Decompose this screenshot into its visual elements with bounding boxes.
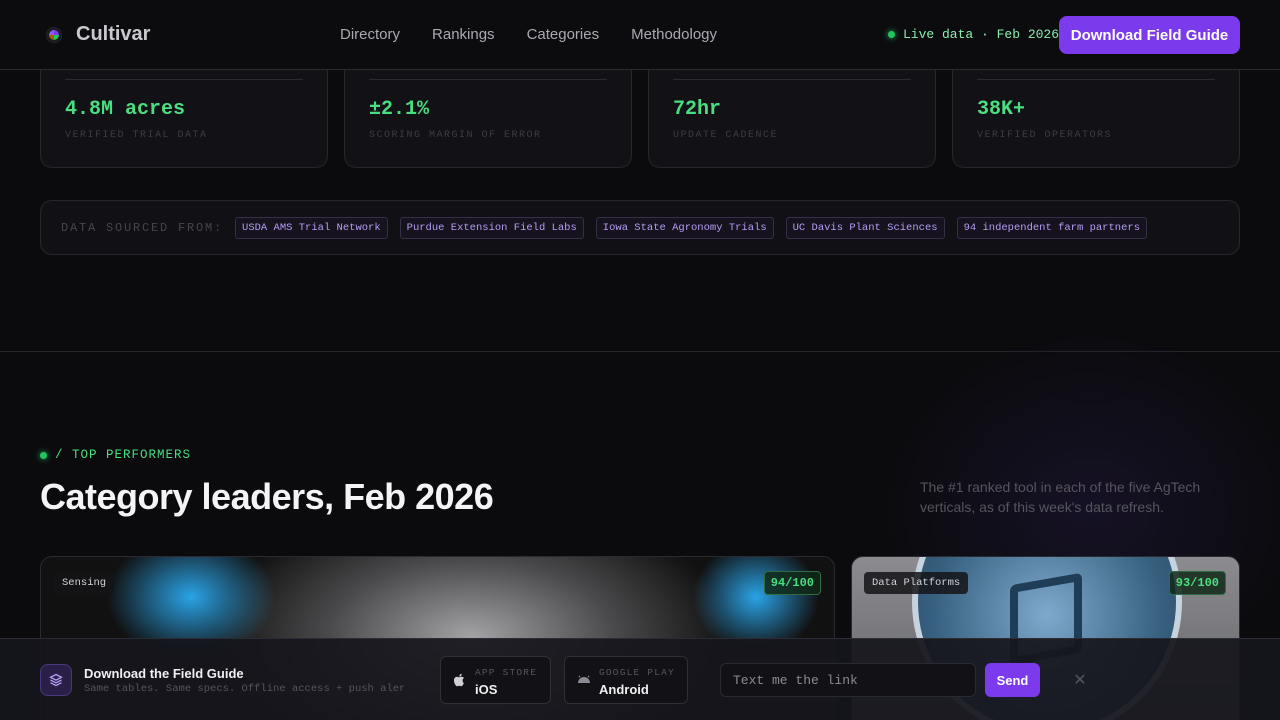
top-nav: Cultivar Directory Rankings Categories M… [0, 0, 1280, 70]
stat-divider [369, 79, 607, 80]
stat-label: VERIFIED TRIAL DATA [65, 130, 208, 141]
download-bar-title: Download the Field Guide [84, 666, 244, 681]
send-link-button[interactable]: Send [985, 663, 1040, 697]
live-status-text: Live data · Feb 2026 [903, 27, 1060, 42]
stat-label: UPDATE CADENCE [673, 130, 779, 141]
stat-divider [977, 79, 1215, 80]
stat-divider [65, 79, 303, 80]
section-eyebrow: / TOP PERFORMERS [40, 448, 191, 462]
source-chip[interactable]: 94 independent farm partners [956, 216, 1147, 239]
download-bar-subtitle: Same tables. Same specs. Offline access … [84, 683, 404, 695]
source-chip[interactable]: UC Davis Plant Sciences [785, 216, 945, 239]
store-small-label: GOOGLE PLAY [599, 667, 675, 678]
store-platform-label: iOS [475, 682, 498, 697]
source-chip[interactable]: USDA AMS Trial Network [235, 216, 388, 239]
source-chip[interactable]: Purdue Extension Field Labs [399, 216, 584, 239]
nav-link-categories[interactable]: Categories [527, 26, 600, 43]
score-badge: 94/100 [763, 571, 821, 595]
download-field-guide-button[interactable]: Download Field Guide [1059, 16, 1240, 54]
stat-value: 72hr [673, 98, 722, 121]
brand-name: Cultivar [76, 23, 151, 45]
store-small-label: APP STORE [475, 667, 538, 678]
stat-label: SCORING MARGIN OF ERROR [369, 130, 542, 141]
stat-label: VERIFIED OPERATORS [977, 130, 1113, 141]
category-tag: Data Platforms [864, 572, 969, 594]
download-bar: Download the Field Guide Same tables. Sa… [0, 638, 1280, 720]
source-chip[interactable]: Iowa State Agronomy Trials [595, 216, 774, 239]
app-store-button[interactable]: APP STORE iOS [440, 656, 551, 704]
android-icon [578, 675, 590, 683]
score-badge: 93/100 [1168, 571, 1226, 595]
stat-divider [673, 79, 911, 80]
section-title: Category leaders, Feb 2026 [40, 476, 494, 517]
data-sources-label: DATA SOURCED FROM: [61, 220, 224, 235]
layers-icon [40, 664, 72, 696]
section-description: The #1 ranked tool in each of the five A… [920, 479, 1201, 515]
phone-number-input[interactable] [720, 663, 976, 697]
close-icon[interactable]: ✕ [1072, 670, 1088, 690]
nav-link-directory[interactable]: Directory [340, 26, 400, 43]
nav-link-rankings[interactable]: Rankings [432, 26, 495, 43]
live-dot-icon [888, 31, 895, 38]
google-play-button[interactable]: GOOGLE PLAY Android [564, 656, 688, 704]
nav-link-methodology[interactable]: Methodology [631, 26, 717, 43]
stat-value: ±2.1% [369, 98, 430, 121]
brand[interactable]: Cultivar [46, 23, 150, 46]
nav-links: Directory Rankings Categories Methodolog… [340, 26, 717, 43]
data-sources-strip: DATA SOURCED FROM: USDA AMS Trial Networ… [40, 200, 1240, 255]
eyebrow-dot-icon [40, 451, 47, 459]
store-platform-label: Android [599, 682, 649, 697]
stat-value: 38K+ [977, 98, 1026, 121]
stat-value: 4.8M acres [65, 98, 186, 121]
apple-icon [453, 673, 464, 687]
live-status: Live data · Feb 2026 [888, 27, 1059, 42]
section-eyebrow-text: / TOP PERFORMERS [55, 448, 192, 462]
category-tag: Sensing [54, 572, 115, 594]
brand-logo-icon [46, 26, 62, 43]
